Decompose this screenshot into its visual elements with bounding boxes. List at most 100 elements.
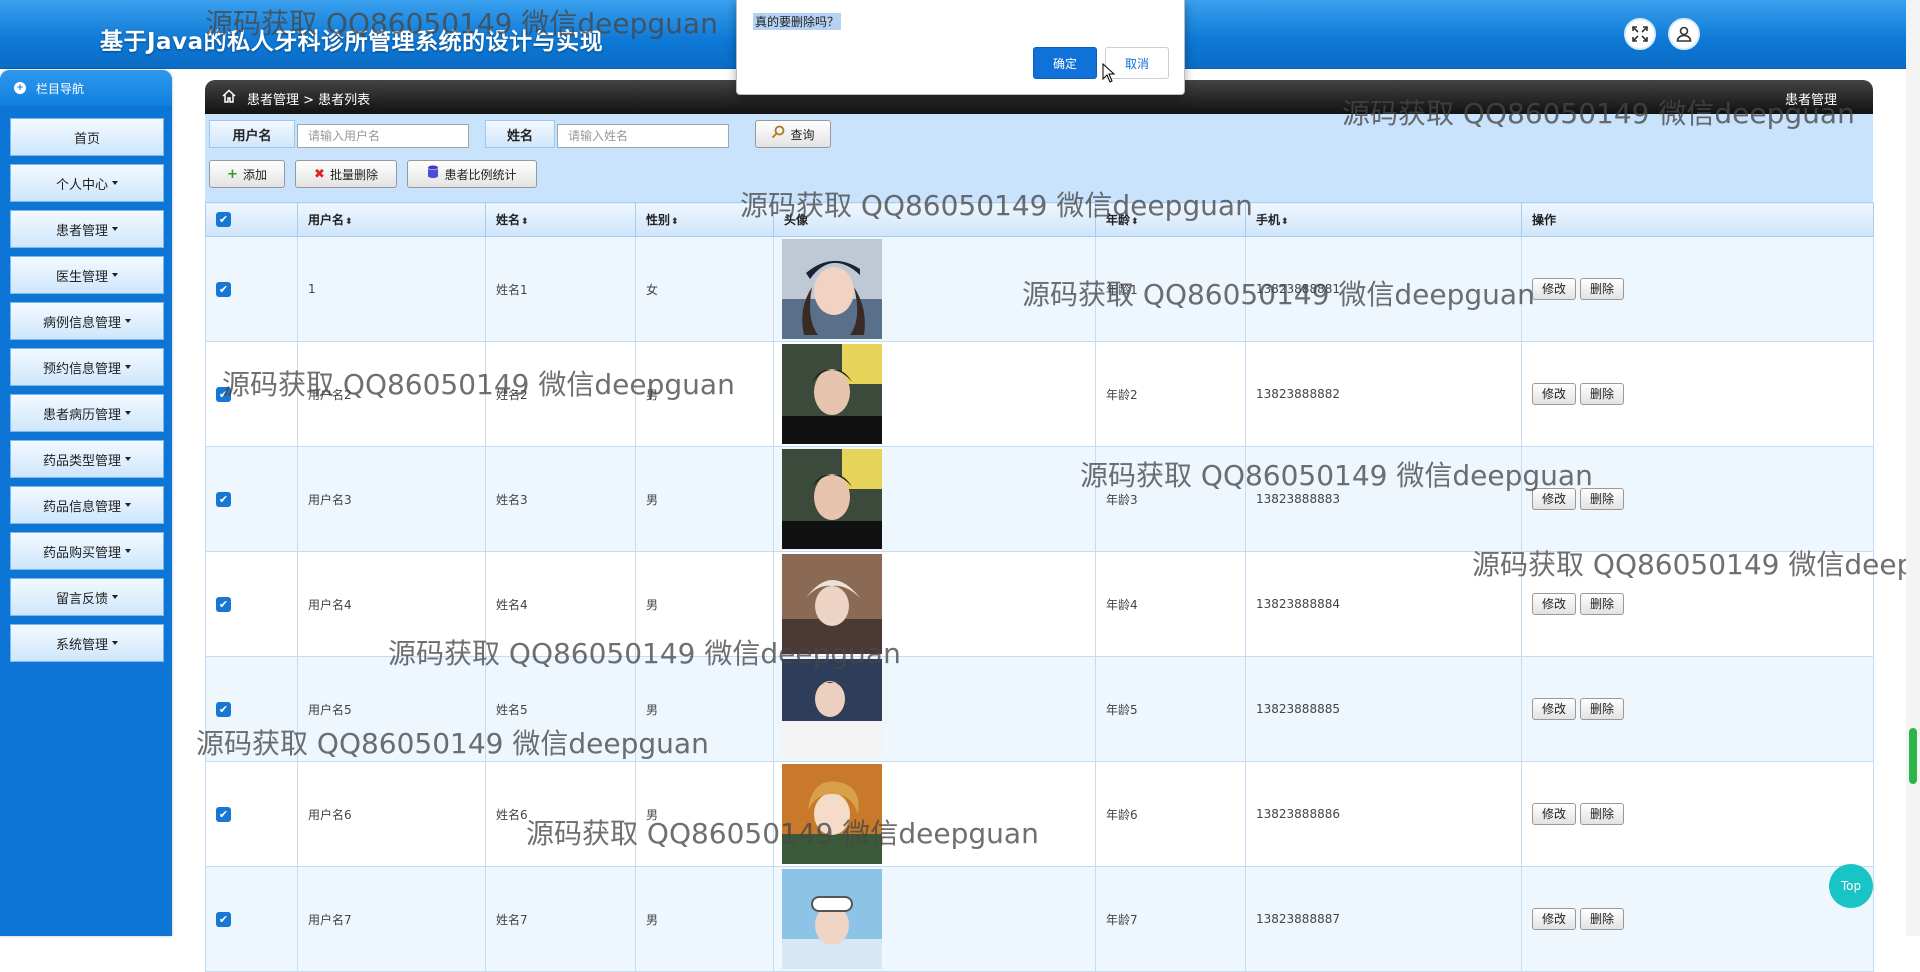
column-header-username[interactable]: 用户名⬍ [297,202,486,237]
edit-button[interactable]: 修改 [1532,488,1577,510]
caret-down-icon [125,549,131,553]
delete-button[interactable]: 删除 [1580,908,1625,930]
sort-icon: ⬍ [671,217,679,227]
confirm-button[interactable]: 确定 [1033,47,1097,79]
page-scrollbar[interactable] [1906,0,1920,936]
query-button[interactable]: 查询 [755,120,831,148]
sidebar-item[interactable]: 药品购买管理 [10,532,164,570]
row-select-cell: ✔ [205,656,298,762]
main-panel: 患者管理 > 患者列表 患者管理 用户名 姓名 查询 + 添加 ✖ 批量删除 患… [205,80,1874,972]
phone-cell: 13823888885 [1245,656,1522,762]
row-checkbox[interactable]: ✔ [216,701,231,717]
sidebar-item[interactable]: 个人中心 [10,164,164,202]
row-select-cell: ✔ [205,866,298,972]
sidebar-item[interactable]: 医生管理 [10,256,164,294]
row-checkbox[interactable]: ✔ [216,806,231,822]
table-row: ✔ 用户名6 姓名6 男年龄6 13823888886 修改 删除 [205,761,1874,867]
sidebar-item-label: 患者管理 [55,223,108,239]
edit-button[interactable]: 修改 [1532,593,1577,615]
sidebar-item[interactable]: 留言反馈 [10,578,164,616]
actions-cell: 修改 删除 [1521,656,1874,762]
dialog-message: 真的要删除吗？ [753,13,842,30]
home-icon[interactable] [221,88,237,108]
username-cell: 用户名2 [297,341,486,447]
patient-stats-button[interactable]: 患者比例统计 [407,160,537,188]
name-cell: 姓名2 [485,341,636,447]
edit-button[interactable]: 修改 [1532,278,1577,300]
avatar [782,239,1094,339]
name-label: 姓名 [485,120,555,148]
table-row: ✔ 用户名2 姓名2 男年龄2 13823888882 修改 删除 [205,341,1874,447]
add-button[interactable]: + 添加 [209,160,285,188]
caret-down-icon [125,411,131,415]
column-header-phone[interactable]: 手机⬍ [1245,202,1522,237]
caret-down-icon [112,595,118,599]
avatar [782,659,1094,759]
row-checkbox[interactable]: ✔ [216,596,231,612]
caret-down-icon [125,365,131,369]
delete-button[interactable]: 删除 [1580,803,1625,825]
username-cell: 1 [297,236,486,342]
edit-button[interactable]: 修改 [1532,803,1577,825]
row-checkbox[interactable]: ✔ [216,281,231,297]
edit-button[interactable]: 修改 [1532,383,1577,405]
sidebar-heading: + 栏目导航 [0,70,172,106]
column-header-gender[interactable]: 性别⬍ [635,202,774,237]
sidebar: + 栏目导航 首页个人中心患者管理医生管理病例信息管理 预约信息管理 患者病历管理药… [0,70,172,936]
delete-button[interactable]: 删除 [1580,278,1625,300]
avatar-cell [773,341,1096,447]
scrollbar-thumb[interactable] [1909,728,1917,784]
sidebar-item[interactable]: 患者病历管理 [10,394,164,432]
username-input[interactable] [297,124,469,148]
edit-button[interactable]: 修改 [1532,698,1577,720]
caret-down-icon [112,227,118,231]
sidebar-item[interactable]: 预约信息管理 [10,348,164,386]
table-row: ✔ 1 姓名1 女年龄1 13823888881 修改 删除 [205,236,1874,342]
phone-cell: 13823888884 [1245,551,1522,657]
user-button[interactable] [1668,18,1700,50]
edit-button[interactable]: 修改 [1532,908,1577,930]
sidebar-item[interactable]: 病例信息管理 [10,302,164,340]
sidebar-item[interactable]: 患者管理 [10,210,164,248]
sort-icon: ⬍ [1281,217,1289,227]
delete-button[interactable]: 删除 [1580,488,1625,510]
select-all-checkbox[interactable]: ✔ [216,212,231,227]
sidebar-item[interactable]: 药品信息管理 [10,486,164,524]
fullscreen-button[interactable] [1624,18,1656,50]
gender-cell: 男 [635,656,774,762]
gender-cell: 男 [635,551,774,657]
sidebar-item-label: 病例信息管理 [42,315,121,331]
avatar-cell [773,551,1096,657]
sidebar-item-label: 患者病历管理 [42,407,121,423]
phone-cell: 13823888886 [1245,761,1522,867]
batch-delete-button[interactable]: ✖ 批量删除 [295,160,397,188]
sidebar-item[interactable]: 系统管理 [10,624,164,662]
age-cell: 年龄5 [1095,656,1246,762]
sidebar-item-label: 预约信息管理 [42,361,121,377]
row-checkbox[interactable]: ✔ [216,386,231,402]
avatar [782,869,1094,969]
back-to-top-button[interactable]: Top [1829,864,1873,908]
select-all-header: ✔ [205,202,298,237]
delete-button[interactable]: 删除 [1580,593,1625,615]
column-header-actions: 操作 [1521,202,1874,237]
username-cell: 用户名7 [297,866,486,972]
row-checkbox[interactable]: ✔ [216,911,231,927]
name-input[interactable] [557,124,729,148]
name-cell: 姓名3 [485,446,636,552]
name-cell: 姓名4 [485,551,636,657]
column-header-name[interactable]: 姓名⬍ [485,202,636,237]
actions-cell: 修改 删除 [1521,551,1874,657]
delete-button[interactable]: 删除 [1580,698,1625,720]
column-header-age[interactable]: 年龄⬍ [1095,202,1246,237]
gender-cell: 男 [635,761,774,867]
patient-table: ✔ 用户名⬍ 姓名⬍ 性别⬍ 头像 年龄⬍ 手机⬍ 操作 ✔ 1 姓名1 女年龄1 13… [205,202,1874,972]
gender-cell: 男 [635,866,774,972]
delete-button[interactable]: 删除 [1580,383,1625,405]
row-checkbox[interactable]: ✔ [216,491,231,507]
sidebar-item[interactable]: 首页 [10,118,164,156]
gender-cell: 女 [635,236,774,342]
search-icon [771,125,785,143]
sidebar-item[interactable]: 药品类型管理 [10,440,164,478]
table-row: ✔ 用户名4 姓名4 男年龄4 13823888884 修改 删除 [205,551,1874,657]
